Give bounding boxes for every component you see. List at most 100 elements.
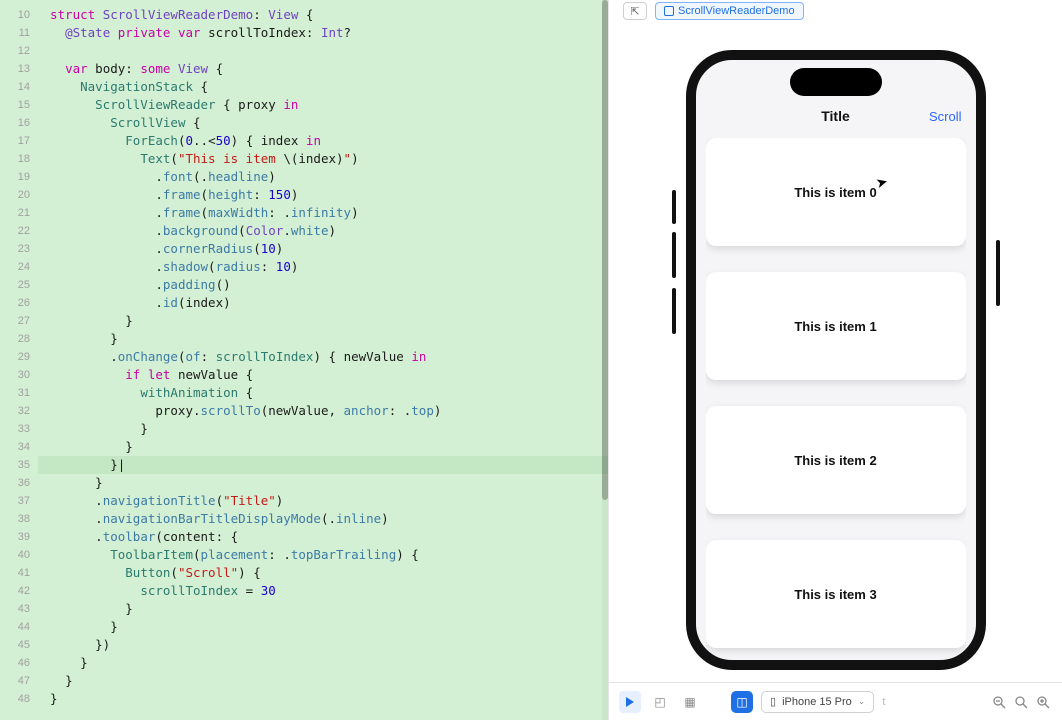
line-number: 39 — [0, 528, 38, 546]
dynamic-island-icon — [790, 68, 882, 96]
code-line[interactable]: NavigationStack { — [38, 78, 608, 96]
preview-canvas[interactable]: Title Scroll This is item 0This is item … — [609, 22, 1062, 682]
line-number: 15 — [0, 96, 38, 114]
code-line[interactable]: } — [38, 600, 608, 618]
code-line[interactable]: } — [38, 618, 608, 636]
line-number: 48 — [0, 690, 38, 708]
code-line[interactable]: } — [38, 312, 608, 330]
line-number: 32 — [0, 402, 38, 420]
app-scroll-content[interactable]: This is item 0 This is item 1 This is item… — [706, 138, 966, 660]
code-line[interactable]: }| — [38, 456, 608, 474]
line-number: 21 — [0, 204, 38, 222]
line-number: 36 — [0, 474, 38, 492]
code-line[interactable]: @State private var scrollToIndex: Int? — [38, 24, 608, 42]
zoom-controls — [990, 693, 1052, 711]
code-line[interactable]: .navigationBarTitleDisplayMode(.inline) — [38, 510, 608, 528]
code-line[interactable]: .navigationTitle("Title") — [38, 492, 608, 510]
code-line[interactable]: .cornerRadius(10) — [38, 240, 608, 258]
code-line[interactable]: Button("Scroll") { — [38, 564, 608, 582]
code-line[interactable]: ScrollView { — [38, 114, 608, 132]
line-number: 37 — [0, 492, 38, 510]
line-number: 45 — [0, 636, 38, 654]
code-line[interactable]: } — [38, 420, 608, 438]
code-editor[interactable]: 1011121314151617181920212223242526272829… — [0, 0, 608, 720]
code-line[interactable]: struct ScrollViewReaderDemo: View { — [38, 6, 608, 24]
chevron-down-icon: ⌄ — [858, 696, 866, 707]
line-number: 42 — [0, 582, 38, 600]
code-line[interactable]: .padding() — [38, 276, 608, 294]
line-number: 19 — [0, 168, 38, 186]
line-number-gutter: 1011121314151617181920212223242526272829… — [0, 0, 38, 720]
preview-bottom-bar: ◰ ▦ ◫ ▯ iPhone 15 Pro ⌄ t — [609, 682, 1062, 720]
preview-pane: ⇱ ScrollViewReaderDemo Title Scroll This… — [608, 0, 1062, 720]
line-number: 26 — [0, 294, 38, 312]
code-line[interactable]: proxy.scrollTo(newValue, anchor: .top) — [38, 402, 608, 420]
code-line[interactable]: .frame(height: 150) — [38, 186, 608, 204]
device-picker-label: iPhone 15 Pro — [782, 696, 852, 708]
list-item[interactable]: This is item 3 — [706, 540, 966, 648]
line-number: 30 — [0, 366, 38, 384]
pin-icon[interactable]: ⇱ — [623, 2, 647, 20]
code-line[interactable]: .onChange(of: scrollToIndex) { newValue … — [38, 348, 608, 366]
line-number: 35 — [0, 456, 38, 474]
fit-label: t — [882, 696, 885, 708]
volume-button-icon — [672, 190, 676, 224]
line-number: 25 — [0, 276, 38, 294]
volume-button-icon — [672, 232, 676, 278]
code-line[interactable]: ForEach(0..<50) { index in — [38, 132, 608, 150]
code-line[interactable] — [38, 42, 608, 60]
list-item[interactable]: This is item 2 — [706, 406, 966, 514]
code-line[interactable]: Text("This is item \(index)") — [38, 150, 608, 168]
line-number: 27 — [0, 312, 38, 330]
preview-file-chip[interactable]: ScrollViewReaderDemo — [655, 2, 804, 20]
line-number: 10 — [0, 6, 38, 24]
line-number: 22 — [0, 222, 38, 240]
line-number: 41 — [0, 564, 38, 582]
selectable-preview-button[interactable]: ◰ — [649, 691, 671, 713]
code-line[interactable]: } — [38, 438, 608, 456]
simulator-device[interactable]: Title Scroll This is item 0This is item … — [686, 50, 986, 670]
list-item[interactable]: This is item 1 — [706, 272, 966, 380]
code-line[interactable]: .frame(maxWidth: .infinity) — [38, 204, 608, 222]
app-nav-bar: Title Scroll — [696, 104, 976, 128]
code-line[interactable]: } — [38, 330, 608, 348]
swift-file-icon — [664, 6, 674, 16]
line-number: 46 — [0, 654, 38, 672]
code-line[interactable]: ScrollViewReader { proxy in — [38, 96, 608, 114]
nav-title: Title — [821, 108, 850, 124]
list-item[interactable]: This is item 0 — [706, 138, 966, 246]
line-number: 23 — [0, 240, 38, 258]
device-settings-button[interactable]: ◫ — [731, 691, 753, 713]
code-area[interactable]: struct ScrollViewReaderDemo: View { @Sta… — [38, 0, 608, 720]
line-number: 29 — [0, 348, 38, 366]
code-line[interactable]: .font(.headline) — [38, 168, 608, 186]
code-line[interactable]: } — [38, 690, 608, 708]
zoom-in-button[interactable] — [1034, 693, 1052, 711]
code-line[interactable]: } — [38, 654, 608, 672]
code-line[interactable]: .background(Color.white) — [38, 222, 608, 240]
device-picker[interactable]: ▯ iPhone 15 Pro ⌄ — [761, 691, 874, 713]
zoom-fit-button[interactable] — [1012, 693, 1030, 711]
line-number: 28 — [0, 330, 38, 348]
preview-file-name: ScrollViewReaderDemo — [678, 5, 795, 17]
code-line[interactable]: }) — [38, 636, 608, 654]
scroll-button[interactable]: Scroll — [929, 109, 962, 124]
code-line[interactable]: ToolbarItem(placement: .topBarTrailing) … — [38, 546, 608, 564]
zoom-out-button[interactable] — [990, 693, 1008, 711]
line-number: 47 — [0, 672, 38, 690]
code-line[interactable]: } — [38, 474, 608, 492]
code-line[interactable]: withAnimation { — [38, 384, 608, 402]
code-line[interactable]: if let newValue { — [38, 366, 608, 384]
line-number: 17 — [0, 132, 38, 150]
code-line[interactable]: scrollToIndex = 30 — [38, 582, 608, 600]
live-preview-button[interactable] — [619, 691, 641, 713]
code-line[interactable]: var body: some View { — [38, 60, 608, 78]
line-number: 43 — [0, 600, 38, 618]
line-number: 12 — [0, 42, 38, 60]
code-line[interactable]: .toolbar(content: { — [38, 528, 608, 546]
code-line[interactable]: } — [38, 672, 608, 690]
code-line[interactable]: .shadow(radius: 10) — [38, 258, 608, 276]
preview-breadcrumb: ⇱ ScrollViewReaderDemo — [609, 0, 1062, 22]
variants-button[interactable]: ▦ — [679, 691, 701, 713]
code-line[interactable]: .id(index) — [38, 294, 608, 312]
